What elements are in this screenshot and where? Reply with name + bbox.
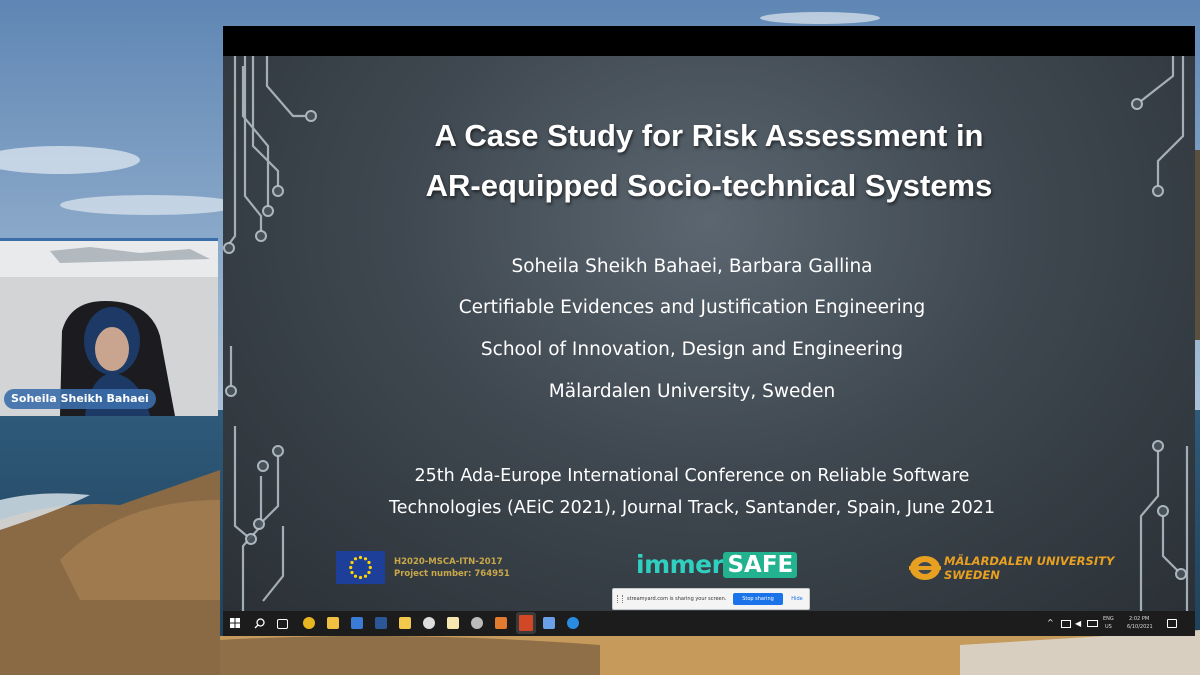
battery-icon[interactable]: [1087, 620, 1098, 627]
volume-icon[interactable]: ◀: [1075, 619, 1081, 628]
slide-title-line-2: AR-equipped Socio-technical Systems: [425, 168, 993, 203]
sticky-notes-icon[interactable]: [399, 617, 411, 629]
slide-university: Mälardalen University, Sweden: [548, 381, 836, 402]
chrome-icon[interactable]: [303, 617, 315, 629]
presentation-slide: A Case Study for Risk Assessment in AR-e…: [223, 56, 1195, 611]
powerpoint-icon[interactable]: [519, 615, 533, 631]
system-tray: ^ ◀ ENG US 2:02 PM 6/10/2021: [1037, 611, 1187, 636]
photos-icon[interactable]: [543, 617, 555, 629]
mdh-logo-line-1: MÄLARDALEN UNIVERSITY: [944, 554, 1115, 568]
screen-sharing-drag-handle-icon[interactable]: [617, 595, 623, 603]
search-icon[interactable]: [254, 618, 265, 629]
participant-name-badge: Soheila Sheikh Bahaei: [4, 389, 156, 409]
windows-start-icon[interactable]: [230, 618, 240, 628]
file-explorer-icon[interactable]: [327, 617, 339, 629]
document-icon[interactable]: [447, 617, 459, 629]
slide-authors: Soheila Sheikh Bahaei, Barbara Gallina: [511, 256, 873, 277]
task-view-icon[interactable]: [277, 619, 288, 629]
slide-research-group: Certifiable Evidences and Justification …: [458, 297, 926, 318]
slide-conference-line-2: Technologies (AEiC 2021), Journal Track,…: [389, 498, 995, 518]
slide-school: School of Innovation, Design and Enginee…: [480, 339, 904, 360]
slide-conference-line-1: 25th Ada-Europe International Conference…: [414, 466, 970, 486]
app-icon[interactable]: [495, 617, 507, 629]
eu-project-number: Project number: 764951: [394, 569, 510, 579]
keyboard-region[interactable]: US: [1105, 624, 1112, 630]
browser-icon[interactable]: [423, 617, 435, 629]
camera-icon[interactable]: [471, 617, 483, 629]
mail-icon[interactable]: [351, 617, 363, 629]
slide-title-line-1: A Case Study for Risk Assessment in: [434, 118, 984, 153]
immersafe-logo-text-part2: SAFE: [723, 551, 798, 578]
screen-sharing-notification: streamyard.com is sharing your screen. S…: [612, 588, 810, 610]
hide-notification-button[interactable]: Hide: [787, 593, 807, 605]
eu-flag-icon: [336, 551, 385, 584]
immersafe-logo-text-part1: immer: [636, 550, 724, 579]
skype-icon[interactable]: [567, 617, 579, 629]
word-icon[interactable]: [375, 617, 387, 629]
network-icon[interactable]: [1061, 620, 1071, 628]
clock-time[interactable]: 2:02 PM: [1129, 616, 1149, 622]
clock-date[interactable]: 6/10/2021: [1127, 624, 1153, 630]
chevron-up-icon[interactable]: ^: [1047, 618, 1054, 627]
immersafe-logo: immer SAFE: [636, 550, 798, 580]
mdh-logo-line-2: SWEDEN: [944, 568, 1000, 582]
windows-taskbar: ^ ◀ ENG US 2:02 PM 6/10/2021: [223, 611, 1195, 636]
mdh-emblem-icon: [909, 556, 941, 580]
stop-sharing-button[interactable]: Stop sharing: [733, 593, 783, 605]
eu-program-code: H2020-MSCA-ITN-2017: [394, 557, 503, 567]
screen-sharing-text: streamyard.com is sharing your screen.: [627, 596, 727, 602]
notifications-icon[interactable]: [1167, 619, 1177, 628]
keyboard-language[interactable]: ENG: [1103, 616, 1114, 622]
